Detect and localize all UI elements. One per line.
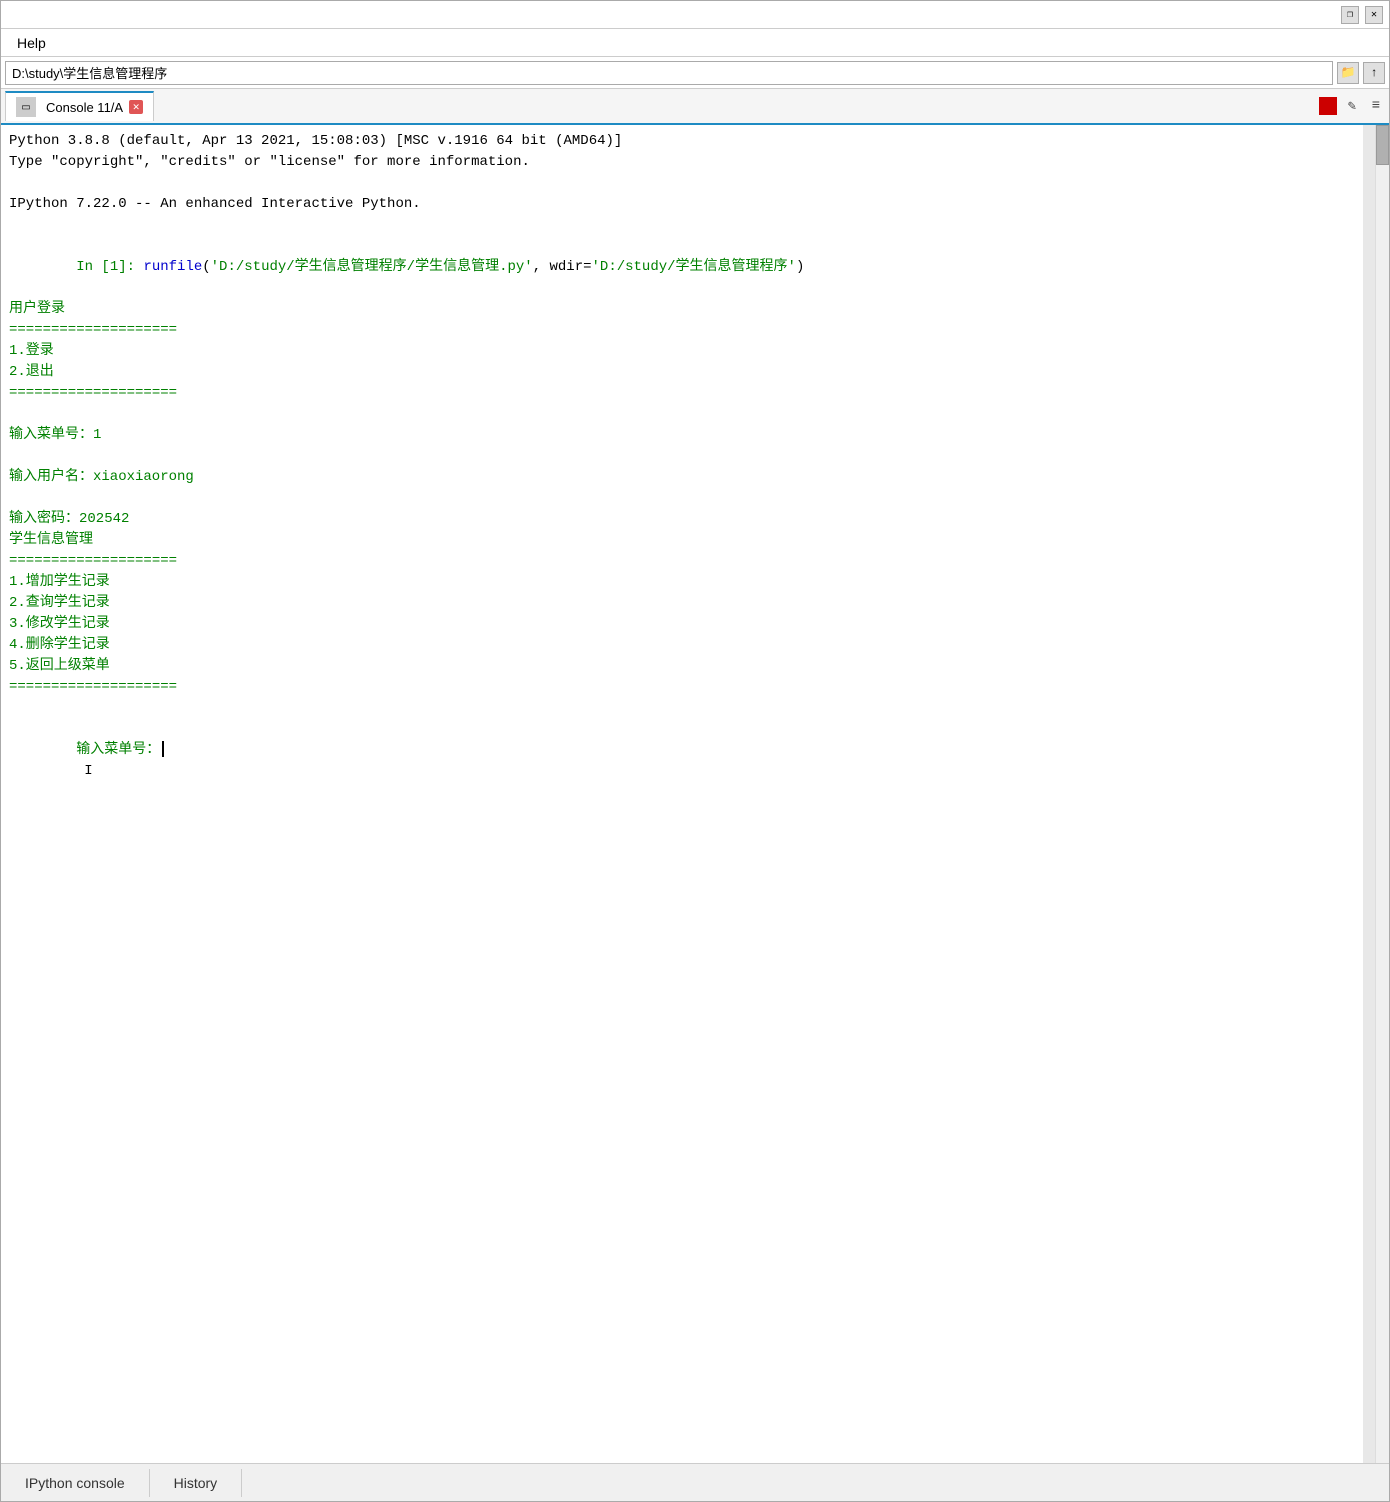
- prompt-paren: (: [202, 259, 210, 275]
- console-tab[interactable]: ▭ Console 11/A ✕: [5, 91, 154, 121]
- console-line: [9, 404, 1355, 425]
- path-input[interactable]: [5, 61, 1333, 85]
- tab-history[interactable]: History: [150, 1469, 243, 1497]
- console-line: Python 3.8.8 (default, Apr 13 2021, 15:0…: [9, 131, 1355, 152]
- console-line: 1.增加学生记录: [9, 572, 1355, 593]
- path-bar: 📁 ↑: [1, 57, 1389, 89]
- console-line: 2.退出: [9, 362, 1355, 383]
- up-icon[interactable]: ↑: [1363, 62, 1385, 84]
- scrollbar[interactable]: [1375, 125, 1389, 1463]
- tab-close-button[interactable]: ✕: [129, 100, 143, 114]
- console-line: 2.查询学生记录: [9, 593, 1355, 614]
- input-prompt-text: 输入菜单号：: [76, 742, 160, 758]
- title-bar-buttons: ❐ ✕: [1341, 6, 1383, 24]
- menu-bar: Help: [1, 29, 1389, 57]
- cursor-mouse: I: [84, 763, 92, 779]
- console-line: 4.删除学生记录: [9, 635, 1355, 656]
- console-line: Type "copyright", "credits" or "license"…: [9, 152, 1355, 173]
- bottom-tab-bar: IPython console History: [1, 1463, 1389, 1501]
- folder-icon[interactable]: 📁: [1337, 62, 1359, 84]
- console-line: [9, 698, 1355, 719]
- tab-ipython-console[interactable]: IPython console: [1, 1469, 150, 1497]
- console-line: [9, 215, 1355, 236]
- tab-label: Console 11/A: [46, 100, 123, 115]
- tab-icon: ▭: [16, 97, 36, 117]
- console-line: 输入密码：202542: [9, 509, 1355, 530]
- stop-button[interactable]: [1319, 97, 1337, 115]
- prompt-string2: 'D:/study/学生信息管理程序': [592, 259, 796, 275]
- console-wrapper: Python 3.8.8 (default, Apr 13 2021, 15:0…: [1, 125, 1389, 1463]
- console-line: 学生信息管理: [9, 530, 1355, 551]
- console-line: 1.登录: [9, 341, 1355, 362]
- console-line: [9, 446, 1355, 467]
- cursor: [162, 741, 164, 757]
- console-line: ====================: [9, 551, 1355, 572]
- console-line: ====================: [9, 677, 1355, 698]
- prompt-in: In [1]:: [76, 259, 143, 275]
- close-button[interactable]: ✕: [1365, 6, 1383, 24]
- console-line: 5.返回上级菜单: [9, 656, 1355, 677]
- main-window: ❐ ✕ Help 📁 ↑ ▭ Console 11/A ✕ ✎ ≡ Python…: [0, 0, 1390, 1502]
- console-input-line: 输入菜单号： I: [9, 719, 1355, 803]
- console-line: ====================: [9, 320, 1355, 341]
- edit-icon[interactable]: ✎: [1343, 97, 1361, 115]
- prompt-code: runfile: [143, 259, 202, 275]
- restore-button[interactable]: ❐: [1341, 6, 1359, 24]
- tab-bar: ▭ Console 11/A ✕ ✎ ≡: [1, 89, 1389, 125]
- prompt-string1: 'D:/study/学生信息管理程序/学生信息管理.py': [211, 259, 533, 275]
- options-menu-icon[interactable]: ≡: [1367, 97, 1385, 115]
- console-line: 3.修改学生记录: [9, 614, 1355, 635]
- console-line: 用户登录: [9, 299, 1355, 320]
- tab-controls: ✎ ≡: [1319, 97, 1385, 115]
- title-bar: ❐ ✕: [1, 1, 1389, 29]
- prompt-kwarg: wdir=: [550, 259, 592, 275]
- console-line: 输入菜单号：1: [9, 425, 1355, 446]
- console-line: [9, 488, 1355, 509]
- console-line: [9, 173, 1355, 194]
- console-area[interactable]: Python 3.8.8 (default, Apr 13 2021, 15:0…: [1, 125, 1375, 1463]
- console-line-prompt: In [1]: runfile('D:/study/学生信息管理程序/学生信息管…: [9, 236, 1355, 299]
- console-line: ====================: [9, 383, 1355, 404]
- console-line: IPython 7.22.0 -- An enhanced Interactiv…: [9, 194, 1355, 215]
- prompt-comma: ,: [533, 259, 550, 275]
- console-line: 输入用户名：xiaoxiaorong: [9, 467, 1355, 488]
- menu-item-help[interactable]: Help: [9, 33, 54, 53]
- scrollbar-thumb[interactable]: [1376, 125, 1389, 165]
- prompt-close: ): [796, 259, 804, 275]
